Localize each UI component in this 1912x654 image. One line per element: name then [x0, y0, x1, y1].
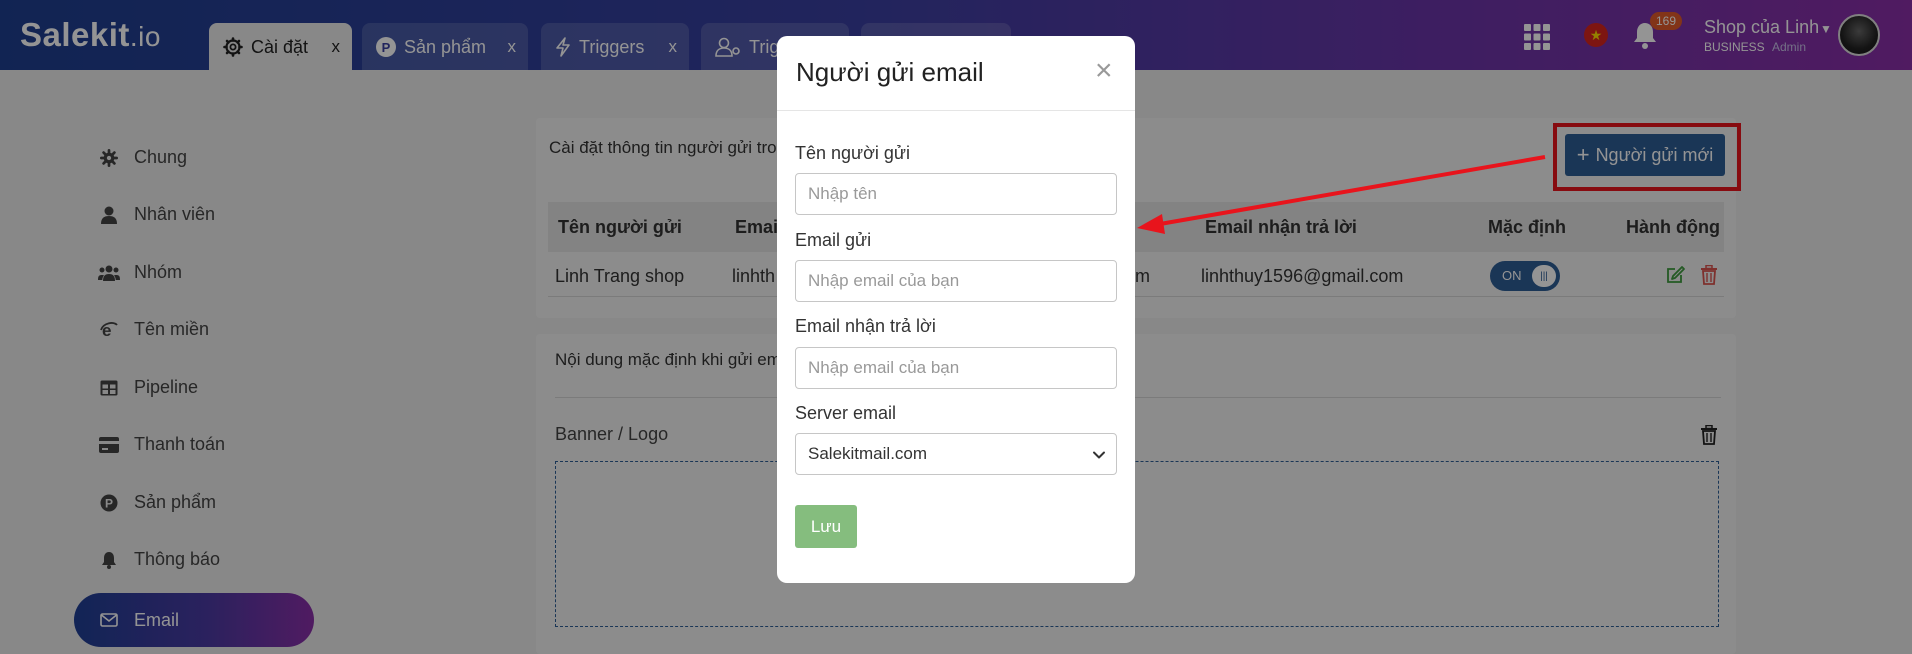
annotation-arrow [1137, 155, 1546, 234]
annotation-arrow-line [1159, 155, 1546, 226]
annotation-arrow-head [1137, 214, 1165, 234]
